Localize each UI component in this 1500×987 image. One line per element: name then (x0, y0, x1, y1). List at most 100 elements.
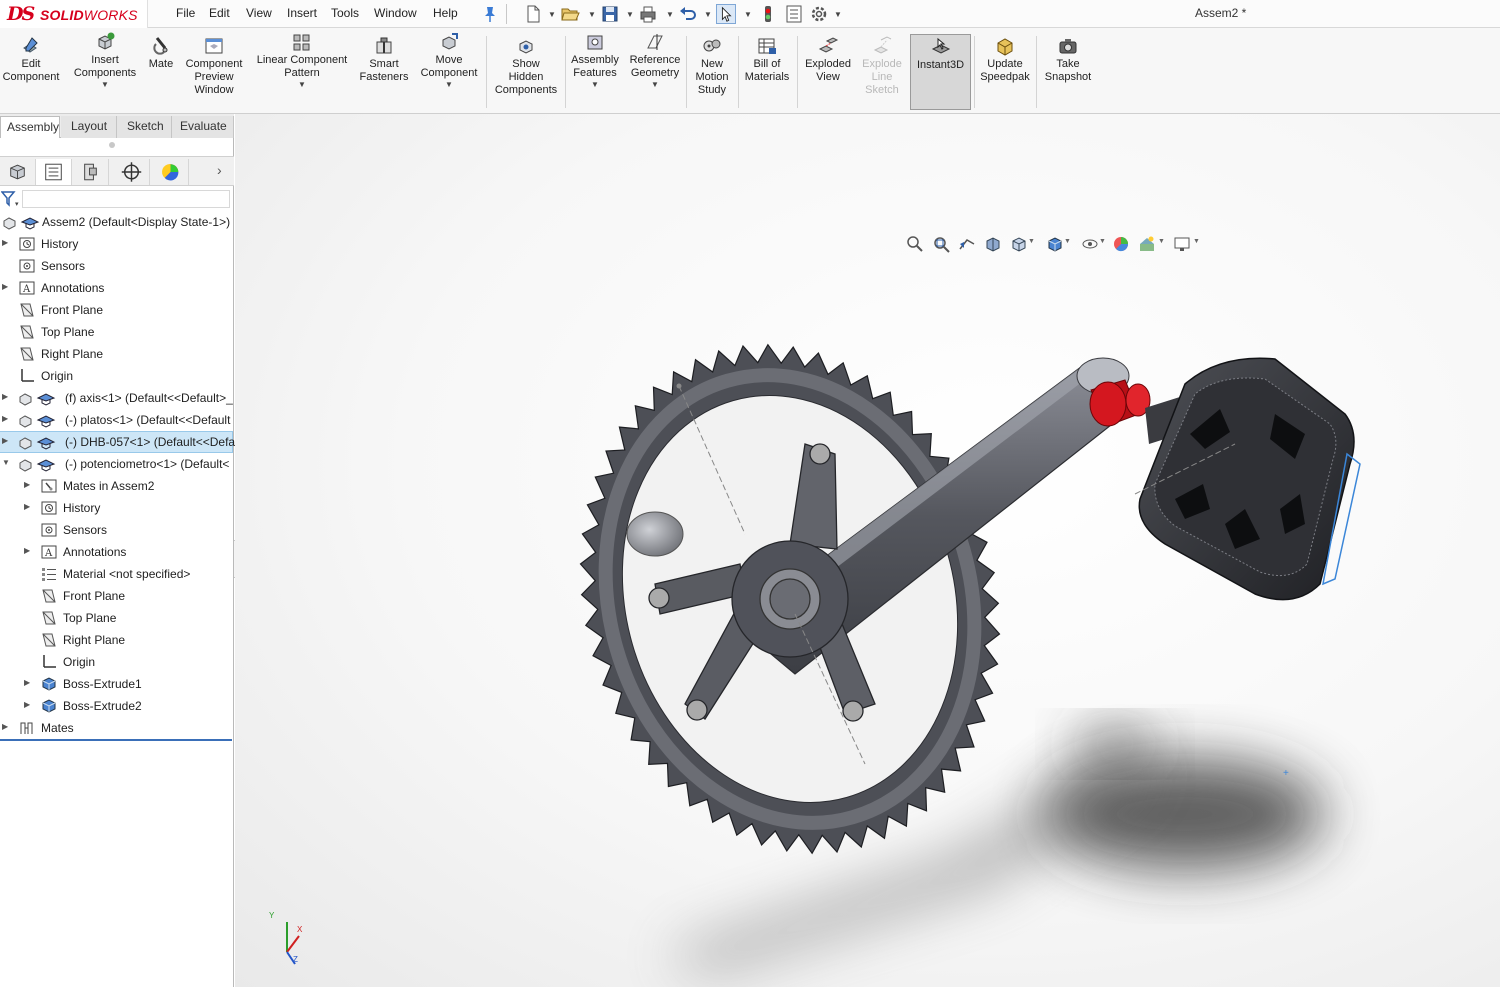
menu-help[interactable]: Help (433, 6, 458, 20)
feature-manager-icon[interactable] (0, 159, 36, 185)
bill-of-materials-button[interactable]: Bill of Materials (741, 36, 793, 84)
tree-item-material-not-specified[interactable]: Material <not specified> (22, 564, 232, 584)
new-dropdown-icon[interactable]: ▼ (548, 10, 556, 19)
solidworks-logo[interactable]: DS SOLIDWORKS (0, 0, 148, 28)
assembly-features-button[interactable]: Assembly Features ▼ (567, 32, 623, 90)
dimxpert-manager-icon[interactable] (114, 159, 150, 185)
expand-arrow-icon[interactable]: ▶ (2, 436, 8, 445)
options-gear-icon[interactable] (809, 4, 829, 24)
tree-item-top-plane[interactable]: Top Plane (0, 322, 232, 342)
print-dropdown-icon[interactable]: ▼ (666, 10, 674, 19)
save-icon[interactable] (600, 4, 620, 24)
smart-fasteners-button[interactable]: Smart Fasteners (357, 36, 411, 84)
edit-component-button[interactable]: Edit Component (0, 36, 62, 84)
tree-item-boss-extrude2[interactable]: ▶ Boss-Extrude2 (22, 696, 232, 716)
linear-pattern-dropdown-icon[interactable]: ▼ (252, 80, 352, 90)
open-dropdown-icon[interactable]: ▼ (588, 10, 596, 19)
exploded-view-button[interactable]: Exploded View (800, 36, 856, 84)
graphics-area[interactable]: ▼ ▼ ▼ ▼ ▼ + Y X Z (235, 114, 1500, 987)
tree-item-origin[interactable]: Origin (0, 366, 232, 386)
splitter-handle[interactable] (109, 142, 115, 148)
crankset-model[interactable]: + Y X Z (235, 114, 1500, 987)
menu-edit[interactable]: Edit (209, 6, 230, 20)
tree-item-dhb-057-1-default-defa[interactable]: ▶ (-) DHB-057<1> (Default<<Defa (0, 431, 235, 453)
tree-item-mates[interactable]: ▶ Mates (0, 718, 232, 738)
expand-arrow-icon[interactable]: ▶ (24, 546, 30, 555)
tab-evaluate[interactable]: Evaluate (172, 116, 234, 138)
expand-arrow-icon[interactable]: ▶ (2, 282, 8, 291)
tab-sketch[interactable]: Sketch (117, 116, 172, 138)
component-preview-window-button[interactable]: Component Preview Window (182, 36, 246, 97)
chevron-right-icon[interactable]: › (217, 162, 222, 178)
save-dropdown-icon[interactable]: ▼ (626, 10, 634, 19)
reference-triad[interactable]: Y X Z (269, 911, 303, 965)
move-component-button[interactable]: Move Component ▼ (416, 32, 482, 90)
undo-dropdown-icon[interactable]: ▼ (704, 10, 712, 19)
expand-arrow-icon[interactable]: ▶ (2, 414, 8, 423)
menu-insert[interactable]: Insert (287, 6, 317, 20)
move-component-dropdown-icon[interactable]: ▼ (416, 80, 482, 90)
menu-window[interactable]: Window (374, 6, 417, 20)
show-hidden-components-button[interactable]: Show Hidden Components (490, 36, 562, 97)
tab-layout[interactable]: Layout (61, 116, 117, 138)
select-dropdown-icon[interactable]: ▼ (744, 10, 752, 19)
select-pointer-icon[interactable] (716, 4, 736, 24)
menu-file[interactable]: File (176, 6, 195, 20)
tree-item-f-axis-1-default-default[interactable]: ▶ (f) axis<1> (Default<<Default>_ (0, 388, 233, 408)
rebuild-icon[interactable] (758, 4, 778, 24)
instant3d-button[interactable]: Instant3D (910, 34, 971, 110)
print-icon[interactable] (638, 4, 658, 24)
tree-item-boss-extrude1[interactable]: ▶ Boss-Extrude1 (22, 674, 232, 694)
property-manager-icon[interactable] (36, 159, 72, 185)
menu-view[interactable]: View (246, 6, 272, 20)
display-manager-icon[interactable] (153, 159, 189, 185)
tree-item-sensors[interactable]: Sensors (22, 520, 232, 540)
tree-filter[interactable]: ▾ (0, 188, 234, 210)
tree-item-front-plane[interactable]: Front Plane (0, 300, 232, 320)
insert-components-dropdown-icon[interactable]: ▼ (69, 80, 141, 90)
open-folder-icon[interactable] (560, 4, 580, 24)
filter-icon[interactable]: ▾ (1, 191, 21, 207)
tree-item-right-plane[interactable]: Right Plane (22, 630, 232, 650)
undo-icon[interactable] (678, 4, 698, 24)
options-dropdown-icon[interactable]: ▼ (834, 10, 842, 19)
tree-item-front-plane[interactable]: Front Plane (22, 586, 232, 606)
tree-item-annotations[interactable]: ▶ A Annotations (22, 542, 232, 562)
insert-components-button[interactable]: Insert Components ▼ (69, 32, 141, 90)
expand-arrow-icon[interactable]: ▶ (2, 392, 8, 401)
tree-item-right-plane[interactable]: Right Plane (0, 344, 232, 364)
tree-item-platos-1-default-default[interactable]: ▶ (-) platos<1> (Default<<Default (0, 410, 232, 430)
tree-item-top-plane[interactable]: Top Plane (22, 608, 232, 628)
expand-arrow-icon[interactable]: ▶ (24, 678, 30, 687)
menu-tools[interactable]: Tools (331, 6, 359, 20)
tree-item-mates-in-assem2[interactable]: ▶ Mates in Assem2 (22, 476, 232, 496)
expand-arrow-icon[interactable]: ▶ (2, 238, 8, 247)
tree-item-origin[interactable]: Origin (22, 652, 232, 672)
tab-assembly[interactable]: Assembly (0, 116, 60, 138)
linear-component-pattern-button[interactable]: Linear Component Pattern ▼ (252, 32, 352, 90)
tree-item-history[interactable]: ▶ History (22, 498, 232, 518)
pin-icon[interactable] (482, 4, 498, 24)
update-speedpak-button[interactable]: Update Speedpak (976, 36, 1034, 84)
new-document-icon[interactable] (523, 4, 543, 24)
tree-item-sensors[interactable]: Sensors (0, 256, 232, 276)
reference-geometry-dropdown-icon[interactable]: ▼ (626, 80, 684, 90)
collapse-arrow-icon[interactable]: ▼ (2, 458, 10, 467)
expand-arrow-icon[interactable]: ▶ (24, 700, 30, 709)
explode-line-sketch-button[interactable]: Explode Line Sketch (858, 36, 906, 97)
filter-input[interactable] (22, 190, 230, 208)
assembly-features-dropdown-icon[interactable]: ▼ (567, 80, 623, 90)
reference-geometry-button[interactable]: Reference Geometry ▼ (626, 32, 684, 90)
tree-item-annotations[interactable]: ▶ A Annotations (0, 278, 232, 298)
tree-item-history[interactable]: ▶ History (0, 234, 232, 254)
tree-root[interactable]: Assem2 (Default<Display State-1>) (0, 212, 232, 232)
expand-arrow-icon[interactable]: ▶ (24, 480, 30, 489)
take-snapshot-button[interactable]: Take Snapshot (1040, 36, 1096, 84)
expand-arrow-icon[interactable]: ▶ (2, 722, 8, 731)
file-properties-icon[interactable] (784, 4, 804, 24)
pedal[interactable] (1138, 357, 1361, 601)
configuration-manager-icon[interactable] (73, 159, 109, 185)
mate-button[interactable]: Mate (144, 36, 178, 71)
expand-arrow-icon[interactable]: ▶ (24, 502, 30, 511)
new-motion-study-button[interactable]: New Motion Study (689, 36, 735, 97)
